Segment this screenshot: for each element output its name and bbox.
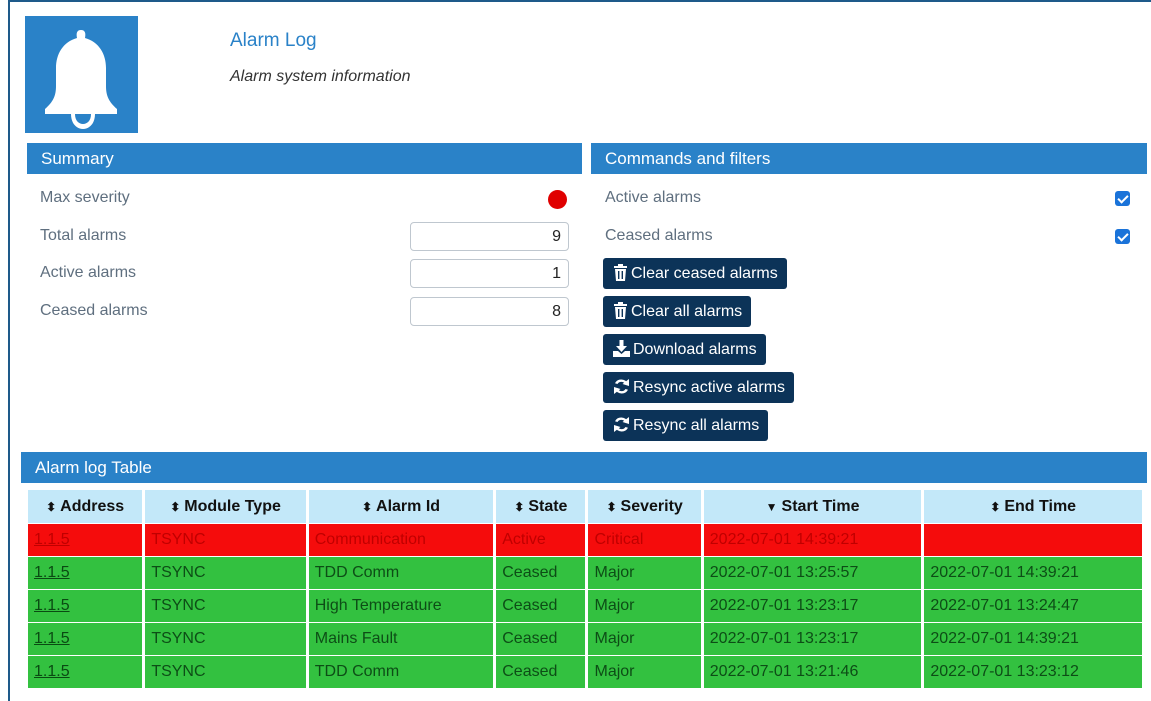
active-alarms-label: Active alarms — [40, 264, 137, 281]
page-title: Alarm Log — [230, 30, 317, 51]
sync-icon — [614, 379, 629, 394]
cell-end-time: 2022-07-01 14:39:21 — [924, 622, 1142, 655]
cell-address[interactable]: 1.1.5 — [28, 655, 143, 688]
sort-both-icon: ⬍ — [514, 499, 525, 514]
address-link[interactable]: 1.1.5 — [34, 531, 70, 548]
alarm-table-heading: Alarm log Table — [21, 452, 1147, 483]
cell-module: TSYNC — [145, 655, 306, 688]
clear-ceased-label: Clear ceased alarms — [631, 265, 778, 282]
cell-start-time: 2022-07-01 14:39:21 — [703, 523, 922, 556]
bell-icon — [45, 30, 117, 129]
cell-module: TSYNC — [145, 556, 306, 589]
clear-all-label: Clear all alarms — [631, 303, 743, 320]
cell-end-time: 2022-07-01 13:23:12 — [924, 655, 1142, 688]
filter-ceased-label: Ceased alarms — [605, 227, 713, 244]
cell-severity: Major — [588, 589, 701, 622]
table-header-row: ⬍ Address ⬍ Module Type ⬍ Alarm Id ⬍ State ⬍… — [28, 490, 1142, 523]
download-icon — [613, 340, 630, 357]
sort-both-icon: ⬍ — [606, 499, 617, 514]
page-subtitle: Alarm system information — [230, 68, 411, 85]
cell-state: Ceased — [496, 622, 586, 655]
column-header-module-type[interactable]: ⬍ Module Type — [145, 490, 306, 523]
address-link[interactable]: 1.1.5 — [34, 630, 70, 647]
cell-start-time: 2022-07-01 13:23:17 — [703, 589, 922, 622]
table-row: 1.1.5 TSYNC Mains Fault Ceased Major 202… — [28, 622, 1142, 655]
address-link[interactable]: 1.1.5 — [34, 597, 70, 614]
cell-address[interactable]: 1.1.5 — [28, 589, 143, 622]
sync-icon — [614, 417, 629, 432]
trash-icon — [614, 264, 627, 281]
column-header-alarm-id[interactable]: ⬍ Alarm Id — [308, 490, 494, 523]
cell-start-time: 2022-07-01 13:25:57 — [703, 556, 922, 589]
cell-end-time — [924, 523, 1142, 556]
cell-state: Active — [496, 523, 586, 556]
filter-active-label: Active alarms — [605, 189, 702, 206]
filter-ceased-checkbox[interactable] — [1115, 229, 1130, 244]
cell-state: Ceased — [496, 589, 586, 622]
filter-active-checkbox[interactable] — [1115, 191, 1130, 206]
cell-severity: Critical — [588, 523, 701, 556]
cell-alarm-id: Mains Fault — [308, 622, 494, 655]
cell-module: TSYNC — [145, 589, 306, 622]
cell-start-time: 2022-07-01 13:23:17 — [703, 622, 922, 655]
cell-start-time: 2022-07-01 13:21:46 — [703, 655, 922, 688]
trash-icon — [614, 302, 627, 319]
resync-all-label: Resync all alarms — [633, 417, 760, 434]
table-row: 1.1.5 TSYNC TDD Comm Ceased Major 2022-0… — [28, 556, 1142, 589]
summary-heading: Summary — [27, 143, 582, 174]
cell-severity: Major — [588, 622, 701, 655]
sort-both-icon: ⬍ — [361, 499, 373, 514]
cell-alarm-id: TDD Comm — [308, 556, 494, 589]
cell-alarm-id: TDD Comm — [308, 655, 494, 688]
download-button[interactable]: Download alarms — [603, 334, 766, 365]
cell-module: TSYNC — [145, 622, 306, 655]
table-row: 1.1.5 TSYNC Communication Active Critica… — [28, 523, 1142, 556]
cell-end-time: 2022-07-01 13:24:47 — [924, 589, 1142, 622]
table-row: 1.1.5 TSYNC TDD Comm Ceased Major 2022-0… — [28, 655, 1142, 688]
column-header-state[interactable]: ⬍ State — [496, 490, 586, 523]
sort-both-icon: ⬍ — [990, 499, 1001, 514]
resync-active-button[interactable]: Resync active alarms — [603, 372, 795, 403]
column-header-severity[interactable]: ⬍ Severity — [588, 490, 701, 523]
ceased-alarms-label: Ceased alarms — [40, 302, 148, 319]
total-alarms-label: Total alarms — [40, 227, 127, 244]
ceased-alarms-value: 8 — [410, 297, 569, 326]
alarm-logo — [25, 16, 138, 133]
table-row: 1.1.5 TSYNC High Temperature Ceased Majo… — [28, 589, 1142, 622]
cell-address[interactable]: 1.1.5 — [28, 556, 143, 589]
cell-severity: Major — [588, 655, 701, 688]
sort-both-icon: ⬍ — [46, 499, 57, 514]
cell-severity: Major — [588, 556, 701, 589]
alarm-log-table: ⬍ Address ⬍ Module Type ⬍ Alarm Id ⬍ State ⬍… — [25, 490, 1145, 688]
cell-address[interactable]: 1.1.5 — [28, 523, 143, 556]
max-severity-label: Max severity — [40, 189, 130, 206]
cell-alarm-id: Communication — [308, 523, 494, 556]
address-link[interactable]: 1.1.5 — [34, 564, 70, 581]
active-alarms-value: 1 — [410, 259, 569, 288]
cell-state: Ceased — [496, 556, 586, 589]
cell-alarm-id: High Temperature — [308, 589, 494, 622]
cell-module: TSYNC — [145, 523, 306, 556]
clear-ceased-button[interactable]: Clear ceased alarms — [603, 258, 787, 289]
address-link[interactable]: 1.1.5 — [34, 663, 70, 680]
resync-all-button[interactable]: Resync all alarms — [603, 410, 769, 441]
column-header-address[interactable]: ⬍ Address — [28, 490, 143, 523]
total-alarms-value: 9 — [410, 222, 569, 251]
column-header-start-time[interactable]: ▼ Start Time — [703, 490, 922, 523]
column-header-end-time[interactable]: ⬍ End Time — [924, 490, 1142, 523]
cell-state: Ceased — [496, 655, 586, 688]
download-label: Download alarms — [633, 341, 757, 358]
cell-address[interactable]: 1.1.5 — [28, 622, 143, 655]
resync-active-label: Resync active alarms — [633, 379, 786, 396]
cell-end-time: 2022-07-01 14:39:21 — [924, 556, 1142, 589]
commands-heading: Commands and filters — [591, 143, 1147, 174]
clear-all-button[interactable]: Clear all alarms — [603, 296, 752, 327]
max-severity-indicator — [548, 190, 567, 209]
sort-both-icon: ⬍ — [170, 499, 181, 514]
sort-desc-icon: ▼ — [765, 499, 778, 514]
